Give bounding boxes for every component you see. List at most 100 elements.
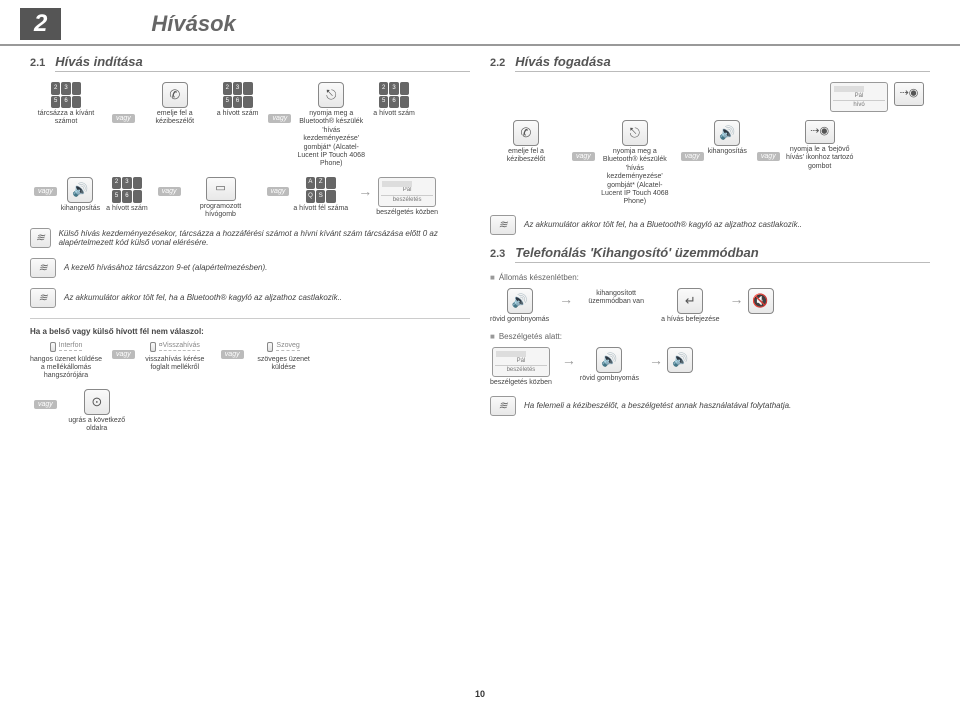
- step-speaker-short: 🔊 rövid gombnyomás: [580, 347, 639, 383]
- keypad-icon: 23 56: [223, 82, 253, 108]
- caption: kihangosítás: [708, 148, 747, 156]
- speaker-off-icon: 🔇: [748, 288, 774, 314]
- speaker-icon: 🔊: [507, 288, 533, 314]
- note-text: A kezelő hívásához tárcsázzon 9-et (alap…: [64, 263, 267, 272]
- step-textmsg: Szoveg szöveges üzenet küldése: [248, 342, 320, 373]
- phone-display: Pál beszéletés: [378, 177, 436, 207]
- section-2-3-head: 2.3 Telefonálás 'Kihangosító' üzemmódban: [490, 245, 930, 263]
- caption: programozott hívógomb: [185, 203, 257, 220]
- note-icon: ≋: [490, 215, 516, 235]
- caption: kihangosítás: [61, 205, 100, 213]
- section-title: Telefonálás 'Kihangosító' üzemmódban: [515, 245, 930, 263]
- step-nextpage: ⊙ ugrás a következő oldalra: [61, 389, 133, 434]
- caption: nyomja le a 'bejövő hívás' ikonhoz tarto…: [784, 146, 856, 171]
- note-icon: ≋: [490, 396, 516, 416]
- section-title: Hívás fogadása: [515, 54, 930, 72]
- or-badge: vagy: [757, 152, 780, 161]
- note-text: Az akkumulátor akkor tölt fel, ha a Blue…: [524, 220, 802, 229]
- arrow-icon: →: [649, 352, 663, 368]
- step-number1: 23 56 a hívott szám: [217, 82, 259, 118]
- arrow-icon: →: [559, 291, 573, 307]
- line-key-icon: ▭: [206, 177, 236, 201]
- display-caller: Pál: [381, 187, 433, 194]
- note-lift-handset: ≋ Ha felemeli a kézibeszélőt, a beszélge…: [490, 396, 930, 416]
- idle-label: ■Állomás készenlétben:: [490, 273, 930, 282]
- or-badge: vagy: [268, 114, 291, 123]
- keypad-icon: 23 56: [379, 82, 409, 108]
- right-column: 2.2 Hívás fogadása Pál hívó ⇢◉ ✆ emelje …: [480, 54, 940, 441]
- incoming-display-row: Pál hívó ⇢◉: [490, 82, 930, 112]
- step-progkey: ▭ programozott hívógomb: [185, 177, 257, 220]
- incoming-call-icon: ⇢◉: [894, 82, 924, 106]
- incoming-call-icon: ⇢◉: [894, 82, 924, 106]
- section-2-2-head: 2.2 Hívás fogadása: [490, 54, 930, 72]
- step-number2: 23 56 a hívott szám: [373, 82, 415, 118]
- section-number: 2.1: [30, 57, 45, 69]
- incoming-display: Pál hívó: [830, 82, 888, 112]
- step-hangup: ↵ a hívás befejezése: [661, 288, 719, 324]
- note-bluetooth-charge-r: ≋ Az akkumulátor akkor tölt fel, ha a Bl…: [490, 215, 930, 235]
- step-inconv: Pál beszéletés beszélgetés közben: [376, 177, 438, 217]
- softkey-callback: ¤Visszahívás: [150, 342, 200, 352]
- label-text: Beszélgetés alatt:: [499, 332, 562, 341]
- nextpage-row: vagy ⊙ ugrás a következő oldalra: [30, 389, 470, 434]
- section-2-1-head: 2.1 Hívás indítása: [30, 54, 470, 72]
- or-badge: vagy: [34, 187, 57, 196]
- section-number: 2.2: [490, 57, 505, 69]
- step-handsfree-on: kihangosított üzemmódban van: [577, 288, 655, 307]
- caption: kihangosított üzemmódban van: [577, 290, 655, 307]
- step-pickup: ✆ emelje fel a kézibeszélőt: [490, 120, 562, 165]
- or-badge: vagy: [158, 187, 181, 196]
- or-badge: vagy: [572, 152, 595, 161]
- caption: hangos üzenet küldése a mellékállomás ha…: [30, 356, 102, 381]
- or-badge: vagy: [221, 350, 244, 359]
- caption: nyomja meg a Bluetooth® készülék 'hívás …: [599, 148, 671, 207]
- softkey-text: Szoveg: [267, 342, 299, 352]
- step-display-conv: Pál beszéletés beszélgetés közben: [490, 347, 552, 387]
- note-icon: ≋: [30, 288, 56, 308]
- caption: a hívott szám: [106, 205, 148, 213]
- or-badge: vagy: [34, 400, 57, 409]
- handset-icon: ✆: [513, 120, 539, 146]
- label-text: Állomás készenlétben:: [499, 273, 579, 282]
- step-bluetooth: ⎋ nyomja meg a Bluetooth® készülék 'hívá…: [599, 120, 671, 207]
- handsfree-idle-row: 🔊 rövid gombnyomás → kihangosított üzemm…: [490, 288, 930, 324]
- softkey-label: Szoveg: [276, 342, 299, 351]
- incoming-row: ✆ emelje fel a kézibeszélőt vagy ⎋ nyomj…: [490, 120, 930, 207]
- noanswer-row: Interfon hangos üzenet küldése a melléká…: [30, 342, 470, 381]
- speaker-icon: 🔊: [714, 120, 740, 146]
- chapter-title: Hívások: [151, 11, 235, 37]
- caption: ugrás a következő oldalra: [61, 417, 133, 434]
- step-speaker-press: 🔊 rövid gombnyomás: [490, 288, 549, 324]
- divider: [30, 318, 470, 319]
- or-badge: vagy: [681, 152, 704, 161]
- caption: tárcsázza a kívánt számot: [30, 110, 102, 127]
- step-directory: AZ QS a hívott fél száma: [293, 177, 348, 213]
- step-speaker: 🔊 kihangosítás: [61, 177, 100, 213]
- nav-right-icon: ⊙: [84, 389, 110, 415]
- display-caller: Pál: [495, 358, 547, 365]
- caption: nyomja meg a Bluetooth® készülék 'hívás …: [295, 110, 367, 169]
- during-label: ■Beszélgetés alatt:: [490, 332, 930, 341]
- caption: emelje fel a kézibeszélőt: [139, 110, 211, 127]
- arrow-icon: →: [358, 183, 372, 199]
- caption: rövid gombnyomás: [490, 316, 549, 324]
- caption: a hívott fél száma: [293, 205, 348, 213]
- caption: visszahívás kérése foglalt mellékről: [139, 356, 211, 373]
- display-sub: hívó: [833, 100, 885, 109]
- caption: a hívott szám: [217, 110, 259, 118]
- line-key-icon: ⇢◉: [805, 120, 835, 144]
- caption: szöveges üzenet küldése: [248, 356, 320, 373]
- arrow-icon: →: [730, 291, 744, 307]
- display-sub: beszéletés: [381, 195, 433, 204]
- step-broadcast: Interfon hangos üzenet küldése a melléká…: [30, 342, 102, 381]
- phone-display: Pál beszéletés: [492, 347, 550, 377]
- or-badge: vagy: [112, 350, 135, 359]
- left-column: 2.1 Hívás indítása 23 56 tárcsázza a kív…: [20, 54, 480, 441]
- caption: beszélgetés közben: [490, 379, 552, 387]
- outgoing-row-1: 23 56 tárcsázza a kívánt számot vagy ✆ e…: [30, 82, 470, 169]
- chapter-number: 2: [20, 8, 61, 40]
- noanswer-heading: Ha a belső vagy külső hívott fél nem vál…: [30, 327, 470, 336]
- note-text: Ha felemeli a kézibeszélőt, a beszélgeté…: [524, 401, 791, 410]
- step-callback: ¤Visszahívás visszahívás kérése foglalt …: [139, 342, 211, 373]
